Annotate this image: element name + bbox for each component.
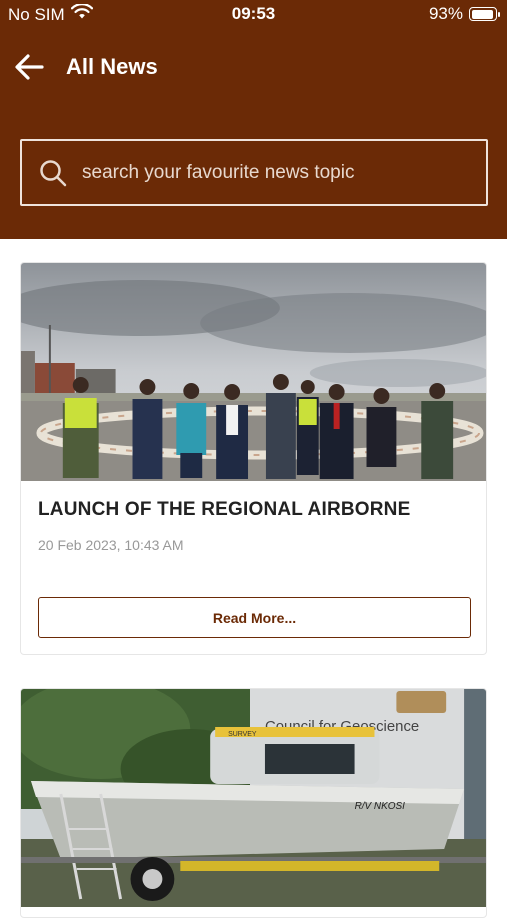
news-card[interactable]: LAUNCH OF THE REGIONAL AIRBORNE 20 Feb 2… — [20, 262, 487, 655]
nav-bar: All News — [0, 44, 507, 90]
page-title: All News — [66, 54, 158, 79]
battery-fill — [471, 9, 493, 19]
news-date: 20 Feb 2023, 10:43 AM — [38, 537, 184, 553]
search-icon — [40, 159, 67, 186]
boat-cabin-text: SURVEY — [228, 731, 257, 738]
boat-hull-text: R/V NKOSI — [355, 801, 406, 812]
search-input[interactable] — [82, 161, 462, 184]
back-arrow-icon[interactable] — [12, 50, 46, 84]
read-more-button[interactable]: Read More... — [38, 597, 471, 638]
battery-icon — [469, 7, 500, 21]
battery-percent: 93% — [428, 4, 463, 23]
status-right: 93% — [428, 4, 500, 24]
news-title[interactable]: LAUNCH OF THE REGIONAL AIRBORNE — [38, 499, 410, 521]
news-image[interactable] — [21, 263, 486, 481]
app-header: No SIM 09:53 93% All News — [0, 0, 507, 239]
news-card[interactable]: Council for Geoscience SURVEY R/V NKOSI — [20, 688, 487, 918]
search-bar[interactable] — [20, 139, 488, 206]
news-image[interactable]: Council for Geoscience SURVEY R/V NKOSI — [21, 689, 486, 907]
status-bar: No SIM 09:53 93% — [0, 0, 507, 28]
